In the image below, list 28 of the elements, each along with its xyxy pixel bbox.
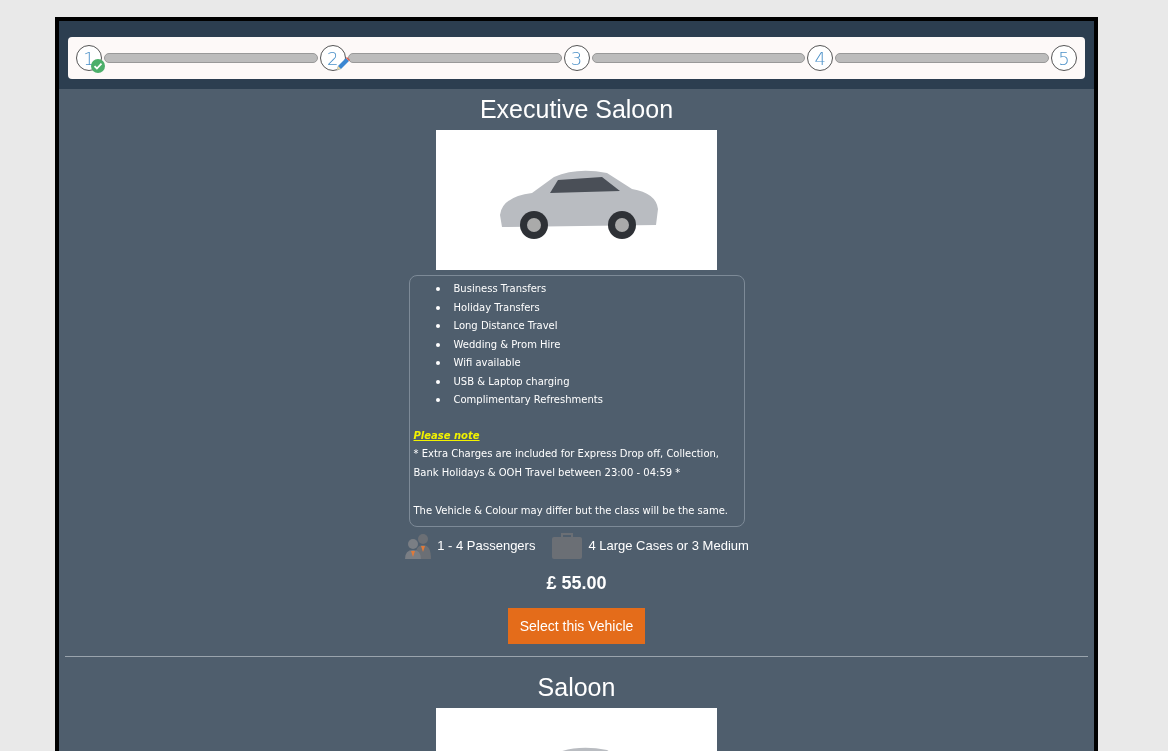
bullet-icon [435, 342, 440, 347]
step-circle[interactable]: 3 [563, 45, 590, 71]
note-text: * Extra Charges are included for Express Drop off, Collection, Bank Holidays & OOH Travel between 23:00 - 04:59 * [413, 446, 721, 480]
feature-item: Complimentary Refreshments [453, 393, 603, 408]
select-vehicle-button[interactable]: Select this Vehicle [507, 607, 646, 644]
feature-item: Holiday Transfers [453, 300, 540, 315]
bullet-icon [435, 379, 440, 384]
note-text: The Vehicle & Colour may differ but the class will be the same. [413, 503, 729, 518]
passenger-count: 1 - 4 Passengers [437, 538, 536, 553]
feature-item: USB & Laptop charging [453, 374, 570, 389]
bullet-icon [435, 287, 440, 292]
price: £ 55.00 [546, 572, 607, 594]
bullet-icon [435, 398, 440, 403]
vehicle-title: Saloon [537, 672, 616, 702]
bullet-icon [435, 324, 440, 329]
note-heading: Please note [413, 428, 481, 443]
feature-item: Long Distance Travel [453, 319, 558, 334]
bullet-icon [435, 305, 440, 310]
feature-item: Wedding & Prom Hire [453, 337, 561, 352]
feature-item: Business Transfers [453, 282, 547, 297]
step-circle[interactable]: 5 [1051, 45, 1077, 71]
step-circle[interactable]: 2 [319, 45, 346, 71]
step-circle[interactable]: 4 [807, 45, 834, 71]
luggage-capacity: 4 Large Cases or 3 Medium [588, 538, 749, 553]
vehicle-title: Executive Saloon [479, 95, 674, 124]
feature-item: Wifi available [453, 356, 521, 371]
bullet-icon [435, 361, 440, 366]
suitcase-icon [551, 532, 584, 559]
